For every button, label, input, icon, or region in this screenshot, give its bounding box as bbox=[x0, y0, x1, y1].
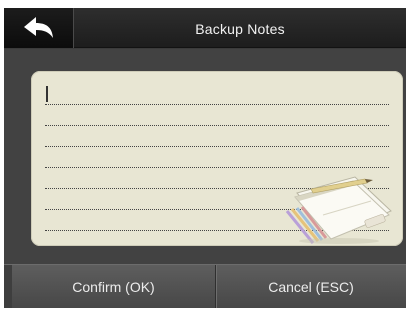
notepad bbox=[31, 71, 403, 246]
confirm-button[interactable]: Confirm (OK) bbox=[4, 265, 215, 308]
back-button[interactable] bbox=[4, 8, 74, 48]
ruled-line bbox=[45, 146, 389, 147]
content-area bbox=[4, 49, 406, 264]
device-screen: Backup Notes Confirm (OK) Cancel (ESC) bbox=[4, 8, 406, 308]
footer-bar: Confirm (OK) Cancel (ESC) bbox=[4, 264, 406, 308]
cancel-button[interactable]: Cancel (ESC) bbox=[215, 265, 406, 308]
ruled-line bbox=[45, 167, 389, 168]
page-title: Backup Notes bbox=[195, 21, 285, 37]
text-cursor bbox=[46, 86, 48, 102]
back-arrow-icon bbox=[23, 17, 53, 38]
ruled-line bbox=[45, 125, 389, 126]
title-bar: Backup Notes bbox=[4, 8, 406, 48]
ruled-line bbox=[45, 104, 389, 105]
notepad-pencils-icon bbox=[285, 176, 392, 244]
